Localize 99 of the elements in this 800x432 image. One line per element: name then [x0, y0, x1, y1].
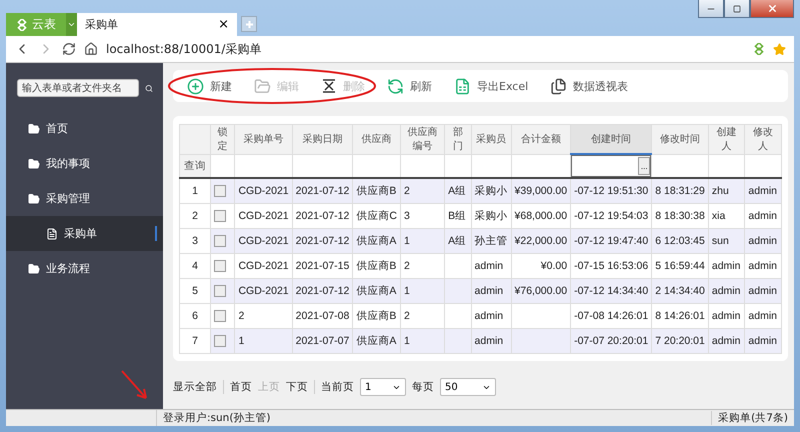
minimize-button[interactable]: [698, 0, 724, 18]
table-cell: 供应商A: [352, 328, 400, 354]
column-header[interactable]: 锁定: [210, 124, 235, 154]
page-link[interactable]: 首页: [230, 380, 252, 394]
column-header[interactable]: 部门: [444, 124, 472, 154]
filter-cell[interactable]: [210, 154, 235, 178]
page-link[interactable]: 下页: [286, 380, 308, 394]
refresh-icon: [387, 78, 404, 94]
show-all-link[interactable]: 显示全部: [173, 380, 217, 394]
spreadsheet-icon: [454, 78, 471, 94]
page-size-select[interactable]: 50: [440, 378, 496, 396]
filter-cell[interactable]: ...: [570, 154, 652, 178]
filter-picker-button[interactable]: ...: [638, 157, 650, 175]
row-number: 3: [180, 228, 210, 254]
lock-checkbox[interactable]: [214, 310, 226, 322]
toolbar-button[interactable]: 导出Excel: [454, 78, 528, 94]
table-cell: 1: [234, 328, 292, 354]
lock-checkbox[interactable]: [214, 210, 226, 222]
column-header[interactable]: 采购员: [471, 124, 512, 154]
table-cell: -07-07 20:20:01: [570, 328, 652, 354]
tab-close-button[interactable]: ×: [218, 17, 229, 32]
row-number: 5: [180, 278, 210, 304]
lock-checkbox[interactable]: [214, 335, 226, 348]
filter-cell[interactable]: [471, 154, 512, 178]
nav-item[interactable]: 业务流程: [6, 251, 163, 286]
page-label: 当前页: [321, 380, 354, 394]
maximize-button[interactable]: [724, 0, 750, 18]
row-number: 2: [180, 204, 210, 228]
column-header[interactable]: 供应商编号: [400, 124, 445, 154]
logo-icon: [16, 18, 28, 30]
table-cell: admin: [744, 328, 782, 354]
row-number: 7: [180, 328, 210, 354]
filter-cell[interactable]: [400, 154, 445, 178]
column-header[interactable]: 创建时间: [570, 124, 652, 154]
filter-cell[interactable]: [744, 154, 782, 178]
column-header[interactable]: 供应商: [352, 124, 400, 154]
folder-icon: [28, 192, 40, 204]
lock-checkbox[interactable]: [214, 285, 226, 298]
table-cell: admin: [708, 328, 745, 354]
search-field[interactable]: 输入表单或者文件夹名: [17, 79, 139, 97]
login-user-text: 登录用户:sun(孙主管): [162, 411, 272, 425]
maximize-icon: [733, 4, 741, 12]
column-header[interactable]: 创建人: [708, 124, 745, 154]
row-number: 6: [180, 304, 210, 328]
filter-cell[interactable]: [352, 154, 400, 178]
close-icon: [766, 3, 778, 14]
filter-cell[interactable]: [652, 154, 708, 178]
document-icon: [46, 228, 58, 240]
nav-item[interactable]: 采购单: [6, 216, 163, 251]
folder-icon: [28, 262, 40, 274]
table-cell: [444, 328, 472, 354]
nav-item[interactable]: 我的事项: [6, 146, 163, 181]
nav-item[interactable]: 首页: [6, 111, 163, 146]
lock-checkbox[interactable]: [214, 260, 226, 272]
folder-icon: [28, 158, 40, 170]
browser-tab[interactable]: 采购单 ×: [77, 13, 237, 36]
home-icon: [84, 42, 98, 56]
close-button[interactable]: [750, 0, 794, 18]
filter-cell[interactable]: [444, 154, 472, 178]
caret-icon: [67, 20, 76, 29]
table-cell: 2021-07-07: [292, 328, 353, 354]
page-size-label: 每页: [412, 380, 434, 394]
row-number: 1: [180, 178, 210, 204]
column-header[interactable]: 采购单号: [234, 124, 292, 154]
plus-icon: [187, 78, 204, 94]
column-header[interactable]: 修改人: [744, 124, 782, 154]
column-header[interactable]: 修改时间: [652, 124, 708, 154]
reload-icon: [62, 42, 76, 56]
table-cell: admin: [471, 328, 512, 354]
corner-cell: [180, 124, 210, 154]
star-icon[interactable]: [773, 42, 786, 56]
filter-cell[interactable]: [708, 154, 745, 178]
toolbar-button[interactable]: 数据透视表: [550, 78, 628, 94]
table-cell: 7 20:20:01: [652, 328, 708, 354]
home-button[interactable]: [84, 42, 98, 56]
tab-title: 采购单: [85, 17, 118, 32]
documents-icon: [550, 78, 568, 94]
table-cell: [511, 328, 571, 354]
lock-checkbox[interactable]: [214, 185, 226, 198]
collapse-icon: [321, 78, 337, 94]
row-number: 4: [180, 254, 210, 278]
filter-cell[interactable]: [511, 154, 571, 178]
toolbar-button[interactable]: 新建: [187, 78, 232, 94]
lock-checkbox[interactable]: [214, 235, 226, 248]
filter-cell[interactable]: [234, 154, 292, 178]
logo-icon: [753, 43, 765, 55]
folder-icon: [28, 122, 40, 134]
toolbar-button[interactable]: 刷新: [387, 78, 432, 94]
reload-button[interactable]: [62, 42, 76, 56]
column-header[interactable]: 合计金额: [511, 124, 571, 154]
plus-icon: [244, 20, 254, 28]
filter-label: 查询: [180, 154, 210, 178]
filter-cell[interactable]: [292, 154, 353, 178]
record-count-text: 采购单(共7条): [711, 411, 794, 425]
page-select[interactable]: 1: [360, 378, 406, 396]
table-cell: 1: [400, 328, 445, 354]
folder-icon: [254, 78, 271, 94]
nav-item[interactable]: 采购管理: [6, 181, 163, 216]
column-header[interactable]: 采购日期: [292, 124, 353, 154]
